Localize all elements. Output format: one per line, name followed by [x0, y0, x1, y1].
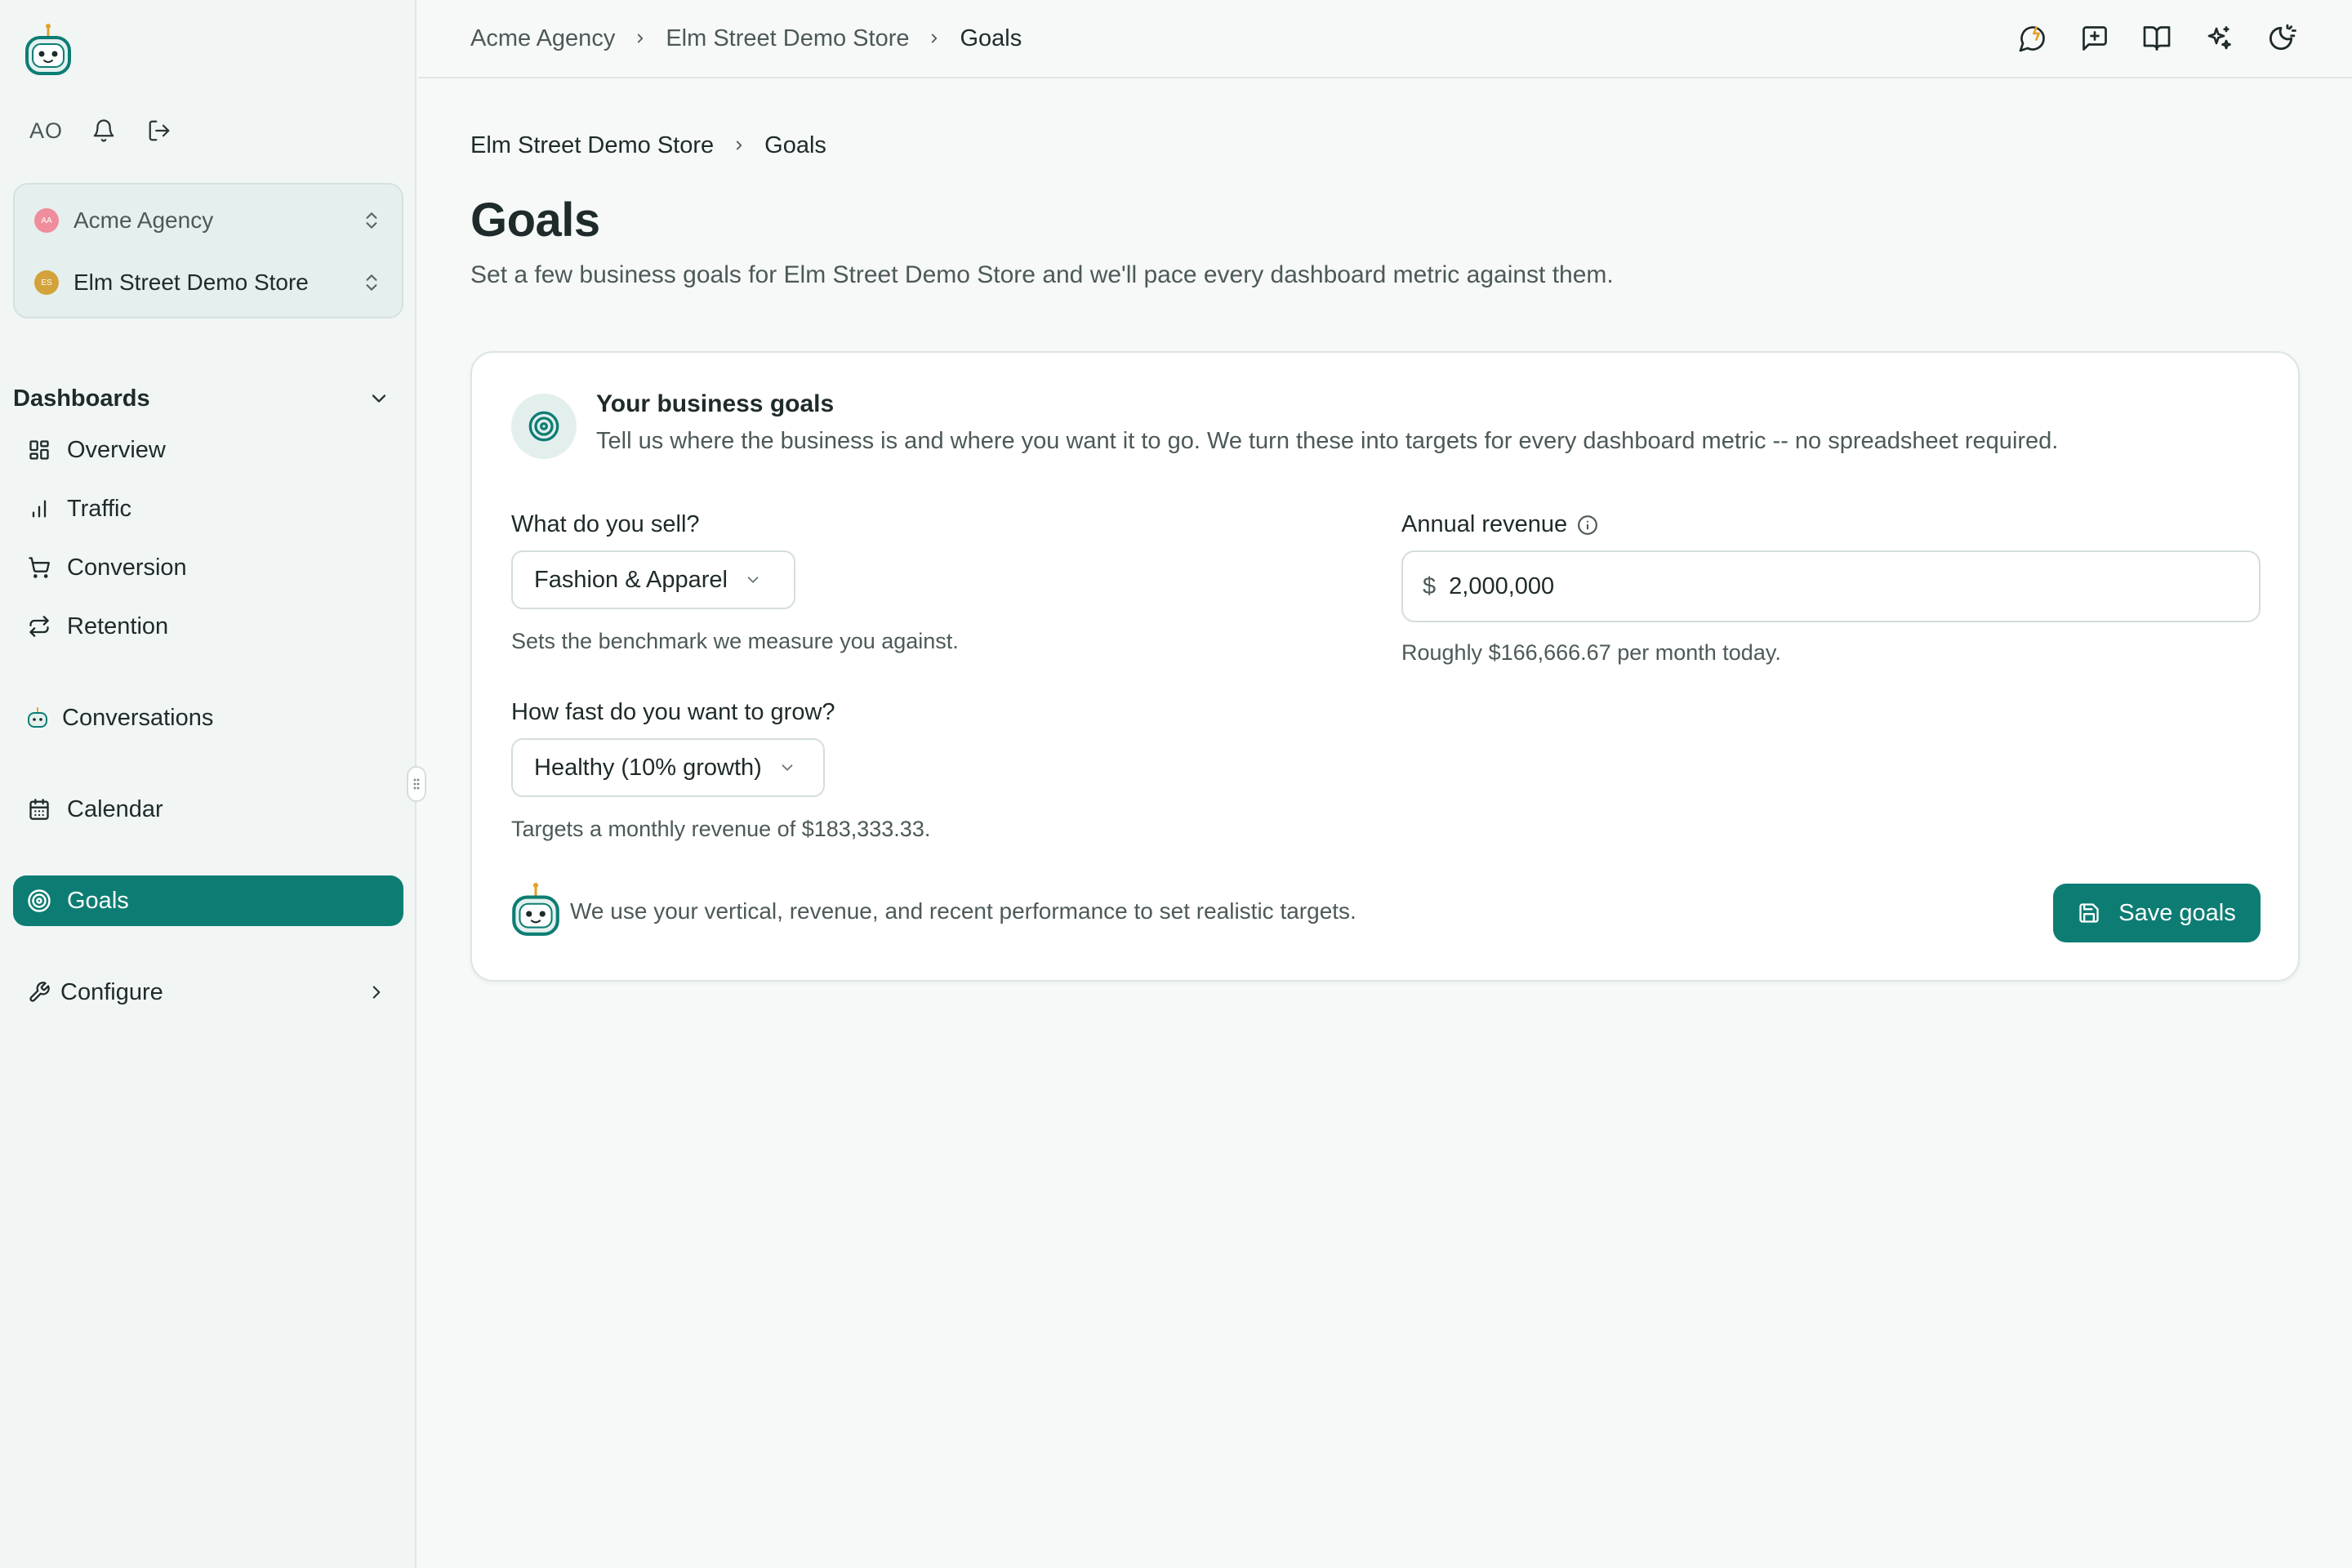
chevron-down-icon: [368, 387, 390, 410]
bell-icon[interactable]: [89, 116, 118, 145]
page-title: Goals: [470, 194, 600, 247]
sidebar-item-label: Traffic: [67, 495, 131, 522]
store-avatar: ES: [34, 270, 59, 295]
breadcrumb: Acme Agency Elm Street Demo Store Goals: [470, 0, 1022, 77]
card-title: Your business goals: [596, 390, 835, 417]
sidebar-item-conversion[interactable]: Conversion: [13, 542, 403, 593]
sidebar-item-configure[interactable]: Configure: [13, 967, 403, 1018]
sidebar-item-traffic[interactable]: Traffic: [13, 483, 403, 534]
sidebar-item-label: Retention: [67, 612, 169, 639]
vertical-label: What do you sell?: [511, 511, 700, 538]
sidebar-item-label: Conversion: [67, 554, 187, 581]
chevron-right-icon: [927, 31, 942, 46]
sidebar-item-retention[interactable]: Retention: [13, 601, 403, 652]
dashboards-heading: Dashboards: [13, 385, 150, 412]
page-breadcrumb-store[interactable]: Elm Street Demo Store: [470, 132, 714, 159]
currency-prefix: $: [1423, 572, 1437, 599]
book-icon[interactable]: [2140, 21, 2174, 56]
message-plus-icon[interactable]: [2078, 21, 2112, 56]
sidebar-item-label: Goals: [67, 887, 129, 914]
top-actions: [2016, 0, 2298, 77]
chevron-down-icon: [744, 571, 762, 589]
revenue-label-text: Annual revenue: [1401, 511, 1568, 537]
vertical-select-value: Fashion & Apparel: [534, 566, 728, 593]
annual-revenue-input[interactable]: [1449, 572, 2185, 600]
workspace-switcher: AA Acme Agency ES Elm Street Demo Store: [13, 183, 403, 318]
chevrons-up-down-icon: [361, 270, 382, 296]
sidebar-item-overview[interactable]: Overview: [13, 425, 403, 475]
sidebar-item-label: Configure: [60, 978, 163, 1005]
dashboards-group-toggle[interactable]: Dashboards: [13, 381, 390, 416]
agency-avatar: AA: [34, 208, 59, 233]
cart-icon: [26, 555, 52, 581]
agency-switcher[interactable]: AA Acme Agency: [34, 198, 382, 243]
footer-note: We use your vertical, revenue, and recen…: [570, 898, 1356, 924]
save-goals-button[interactable]: Save goals: [2053, 884, 2261, 942]
vertical-label-text: What do you sell?: [511, 511, 700, 537]
revenue-label: Annual revenue: [1401, 511, 1598, 538]
vertical-helper: Sets the benchmark we measure you agains…: [511, 629, 959, 653]
growth-label-text: How fast do you want to grow?: [511, 699, 835, 725]
wrench-icon: [26, 979, 52, 1005]
target-icon: [511, 394, 577, 459]
calendar-icon: [26, 796, 52, 822]
logout-icon[interactable]: [145, 116, 174, 145]
growth-helper: Targets a monthly revenue of $183,333.33…: [511, 817, 931, 841]
page-subtitle: Set a few business goals for Elm Street …: [470, 261, 1614, 288]
chevron-right-icon: [633, 31, 648, 46]
user-initials[interactable]: AO: [29, 118, 63, 144]
business-goals-card: Your business goals Tell us where the bu…: [470, 351, 2300, 982]
store-name: Elm Street Demo Store: [74, 270, 309, 295]
breadcrumb-agency[interactable]: Acme Agency: [470, 25, 615, 52]
sidebar: AO AA Acme Agency ES Elm Street Demo Sto…: [0, 0, 416, 1568]
growth-select-value: Healthy (10% growth): [534, 754, 762, 781]
sidebar-item-label: Conversations: [62, 704, 214, 731]
user-row: AO: [29, 114, 174, 147]
breadcrumb-store[interactable]: Elm Street Demo Store: [666, 25, 909, 52]
sidebar-item-label: Calendar: [67, 795, 163, 822]
agency-name: Acme Agency: [74, 207, 214, 233]
sidebar-item-goals[interactable]: Goals: [13, 875, 403, 926]
card-description: Tell us where the business is and where …: [596, 428, 2059, 454]
chevron-right-icon: [366, 982, 387, 1003]
page-breadcrumb-current: Goals: [764, 131, 826, 158]
chevrons-up-down-icon: [361, 207, 382, 234]
target-icon: [26, 888, 52, 914]
bot-logo-icon[interactable]: [24, 23, 72, 80]
breadcrumb-current: Goals: [960, 24, 1022, 51]
growth-select[interactable]: Healthy (10% growth): [511, 738, 825, 797]
vertical-select[interactable]: Fashion & Apparel: [511, 550, 795, 609]
save-icon: [2078, 902, 2100, 924]
growth-label: How fast do you want to grow?: [511, 699, 835, 726]
sidebar-resize-handle[interactable]: [407, 766, 426, 802]
save-goals-label: Save goals: [2118, 899, 2236, 926]
grip-vertical-icon: [413, 778, 420, 790]
bot-mascot-icon: [511, 882, 560, 941]
bar-chart-icon: [26, 496, 52, 522]
page-breadcrumb: Elm Street Demo Store Goals: [470, 129, 826, 162]
sidebar-item-conversations[interactable]: Conversations: [13, 693, 403, 743]
info-icon[interactable]: [1577, 514, 1598, 536]
repeat-icon: [26, 613, 52, 639]
sidebar-item-label: Overview: [67, 436, 166, 463]
top-bar: Acme Agency Elm Street Demo Store Goals: [418, 0, 2352, 78]
annual-revenue-field: $: [1401, 550, 2261, 622]
chat-spark-icon[interactable]: [2016, 21, 2050, 56]
store-switcher[interactable]: ES Elm Street Demo Store: [34, 260, 382, 305]
grid-icon: [26, 437, 52, 463]
sparkles-icon[interactable]: [2202, 21, 2236, 56]
bot-icon: [24, 705, 51, 731]
theme-toggle-icon[interactable]: [2264, 21, 2298, 56]
chevron-down-icon: [778, 759, 796, 777]
sidebar-item-calendar[interactable]: Calendar: [13, 784, 403, 835]
revenue-helper: Roughly $166,666.67 per month today.: [1401, 640, 1781, 665]
chevron-right-icon: [732, 138, 746, 153]
